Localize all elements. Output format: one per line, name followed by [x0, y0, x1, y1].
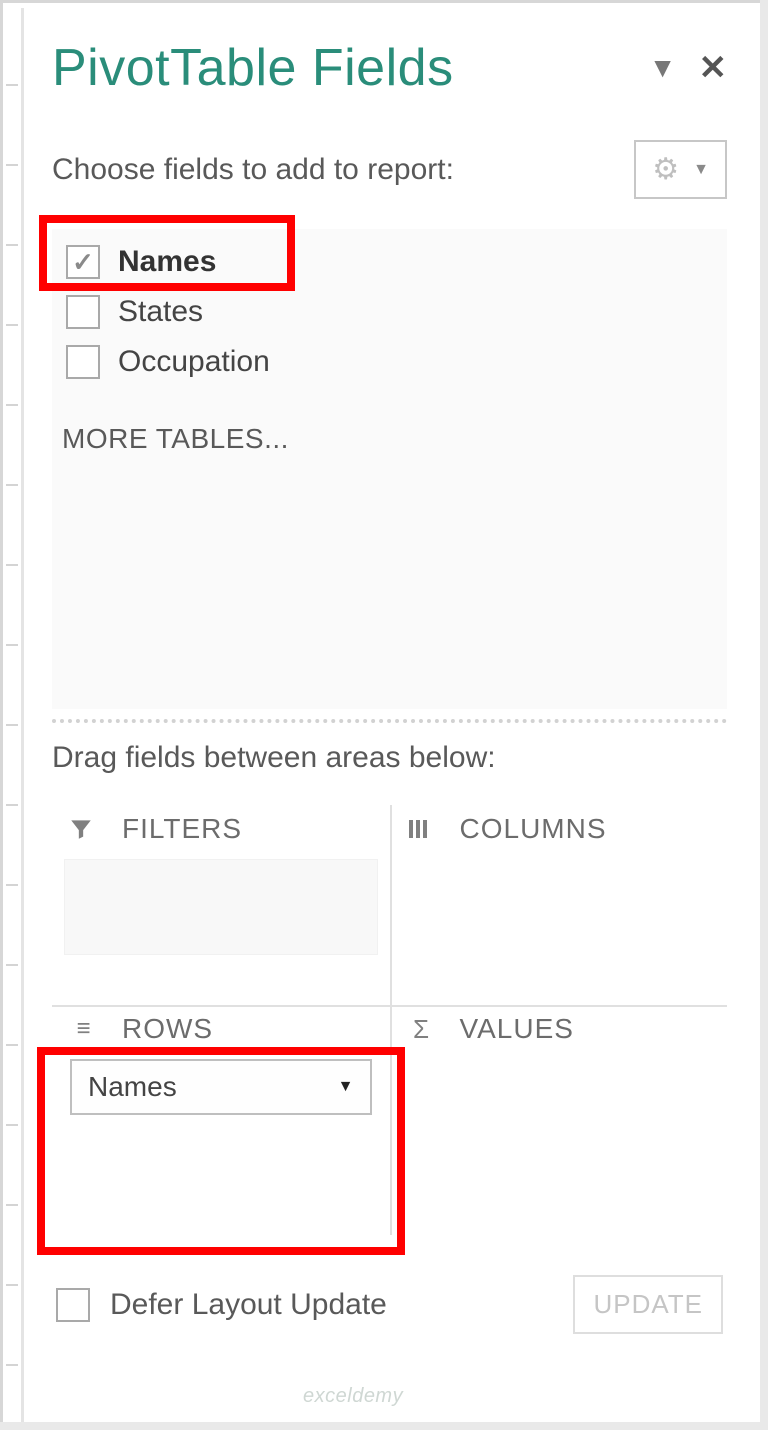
- drag-instructions: Drag fields between areas below:: [52, 741, 727, 775]
- checkbox[interactable]: [66, 345, 100, 379]
- field-label: Names: [118, 245, 216, 279]
- panel-frame: PivotTable Fields ▼ ✕ Choose fields to a…: [0, 0, 760, 1422]
- field-item-states[interactable]: States: [56, 287, 723, 337]
- footer: Defer Layout Update UPDATE: [52, 1275, 727, 1334]
- row-field-pill[interactable]: Names ▼: [70, 1059, 372, 1115]
- columns-icon: [406, 817, 438, 841]
- area-title: VALUES: [460, 1013, 574, 1045]
- more-tables-link[interactable]: MORE TABLES...: [56, 387, 723, 455]
- filters-area[interactable]: FILTERS: [52, 805, 390, 1005]
- rows-area[interactable]: ≡ ROWS Names ▼: [52, 1005, 390, 1235]
- header-controls: ▼ ✕: [649, 48, 727, 88]
- rows-dropzone[interactable]: Names ▼: [64, 1059, 378, 1115]
- area-header: ≡ ROWS: [64, 1013, 378, 1045]
- columns-dropzone[interactable]: [402, 859, 716, 955]
- area-title: FILTERS: [122, 813, 242, 845]
- checkbox[interactable]: [66, 245, 100, 279]
- sigma-icon: Σ: [406, 1014, 438, 1045]
- gear-icon: ⚙: [652, 152, 679, 187]
- checkbox[interactable]: [66, 295, 100, 329]
- divider: [52, 719, 727, 723]
- chevron-down-icon: ▼: [338, 1078, 354, 1096]
- choose-fields-label: Choose fields to add to report:: [52, 153, 454, 187]
- filters-dropzone[interactable]: [64, 859, 378, 955]
- checkbox[interactable]: [56, 1288, 90, 1322]
- watermark: exceldemy: [303, 1385, 403, 1408]
- pivot-fields-pane: PivotTable Fields ▼ ✕ Choose fields to a…: [21, 8, 755, 1422]
- settings-button[interactable]: ⚙ ▼: [634, 140, 727, 199]
- values-dropzone[interactable]: [402, 1059, 716, 1155]
- area-divider-vertical: [390, 805, 392, 1235]
- area-divider-horizontal: [52, 1005, 727, 1007]
- area-header: FILTERS: [64, 813, 378, 845]
- area-header: COLUMNS: [402, 813, 716, 845]
- values-area[interactable]: Σ VALUES: [390, 1005, 728, 1235]
- drop-areas: FILTERS COLUMNS ≡ ROWS: [52, 805, 727, 1235]
- field-label: States: [118, 295, 203, 329]
- defer-update-toggle[interactable]: Defer Layout Update: [56, 1288, 387, 1322]
- update-button[interactable]: UPDATE: [573, 1275, 723, 1334]
- close-icon[interactable]: ✕: [699, 48, 728, 88]
- field-item-names[interactable]: Names: [56, 237, 723, 287]
- pane-title: PivotTable Fields: [52, 38, 454, 98]
- rows-icon: ≡: [68, 1015, 100, 1043]
- area-header: Σ VALUES: [402, 1013, 716, 1045]
- field-list: Names States Occupation MORE TABLES...: [52, 229, 727, 709]
- pane-header: PivotTable Fields ▼ ✕: [52, 38, 727, 98]
- pill-label: Names: [88, 1071, 177, 1103]
- columns-area[interactable]: COLUMNS: [390, 805, 728, 1005]
- filter-icon: [68, 816, 100, 842]
- field-item-occupation[interactable]: Occupation: [56, 337, 723, 387]
- chevron-down-icon[interactable]: ▼: [649, 52, 677, 84]
- field-label: Occupation: [118, 345, 270, 379]
- area-title: COLUMNS: [460, 813, 607, 845]
- defer-label: Defer Layout Update: [110, 1288, 387, 1322]
- subheader-row: Choose fields to add to report: ⚙ ▼: [52, 140, 727, 199]
- spreadsheet-row-markers: [6, 6, 18, 1422]
- chevron-down-icon: ▼: [693, 161, 709, 179]
- area-title: ROWS: [122, 1013, 213, 1045]
